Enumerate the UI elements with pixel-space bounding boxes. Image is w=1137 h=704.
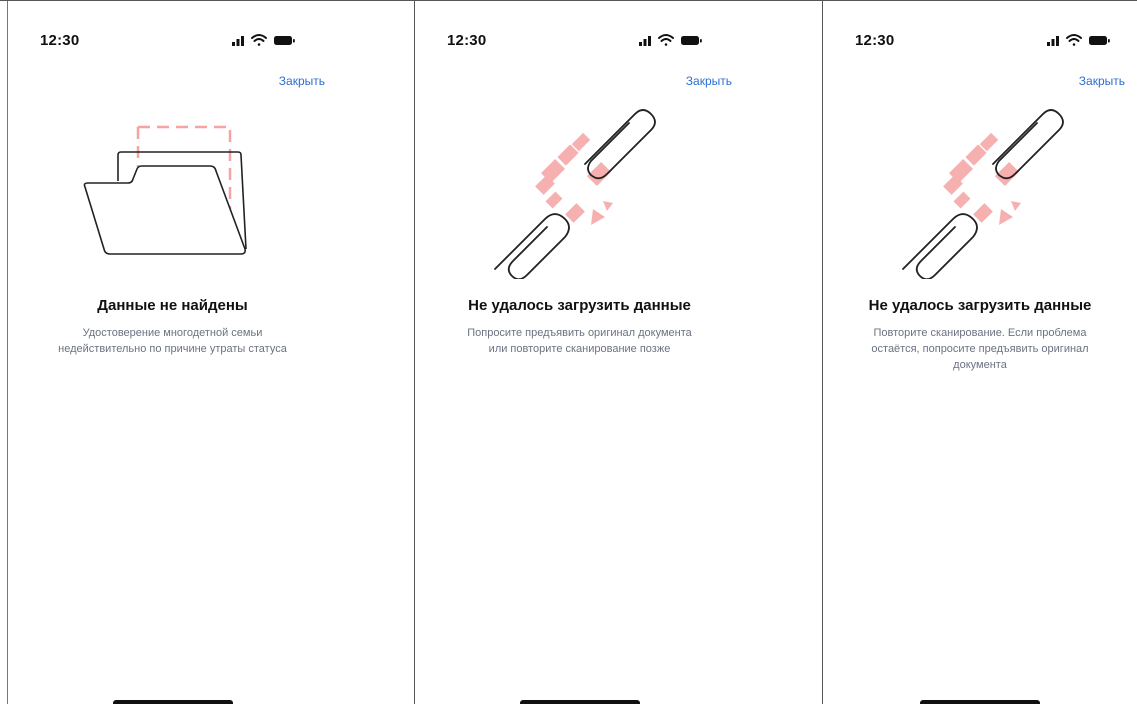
status-icons [1047, 33, 1117, 47]
close-button[interactable]: Закрыть [1079, 74, 1125, 88]
signal-icon [1047, 36, 1059, 46]
battery-icon [1089, 36, 1110, 45]
signal-icon [639, 36, 651, 46]
description-line: Попросите предъявить оригинал документа [467, 327, 692, 339]
description-line: Повторите сканирование. Если проблема [873, 327, 1087, 339]
folder-icon [83, 125, 247, 255]
wifi-icon [251, 34, 267, 46]
broken-link-icon [494, 109, 656, 279]
home-indicator [920, 700, 1040, 704]
phone-screen-not-found: 12:30 Закрыть Данные не найдены Удостове… [7, 1, 337, 704]
description: Удостоверение многодетной семьи недейств… [8, 325, 337, 357]
status-time: 12:30 [40, 32, 80, 49]
wifi-icon [1066, 34, 1082, 46]
phone-screen-rescan-error: 12:30 Закрыть Не удалось загрузить данны… [822, 1, 1137, 704]
signal-icon [232, 36, 244, 46]
close-button[interactable]: Закрыть [686, 74, 732, 88]
description-line: остаётся, попросите предъявить оригинал [871, 343, 1089, 355]
page-title: Данные не найдены [97, 297, 248, 314]
page-title: Не удалось загрузить данные [868, 297, 1092, 314]
description-line: Удостоверение многодетной семьи [82, 327, 263, 339]
description: Попросите предъявить оригинал документа … [415, 325, 744, 357]
description-line: документа [953, 359, 1007, 371]
status-time: 12:30 [855, 32, 895, 49]
home-indicator [519, 700, 640, 704]
description-line: недействительно по причине утраты статус… [58, 343, 287, 355]
page-title: Не удалось загрузить данные [468, 297, 691, 314]
wifi-icon [658, 34, 674, 46]
status-icons [232, 33, 302, 47]
close-button[interactable]: Закрыть [279, 74, 325, 88]
broken-link-icon [902, 109, 1064, 279]
screens-canvas: 12:30 Закрыть Данные не найдены Удостове… [0, 0, 1137, 704]
phone-screen-load-error: 12:30 Закрыть Не удалось загрузить данны… [414, 1, 744, 704]
description-line: или повторите сканирование позже [488, 343, 671, 355]
status-icons [639, 33, 709, 47]
status-time: 12:30 [447, 32, 487, 49]
battery-icon [274, 36, 295, 45]
battery-icon [681, 36, 702, 45]
description: Повторите сканирование. Если проблема ос… [823, 325, 1137, 373]
home-indicator [112, 700, 233, 704]
